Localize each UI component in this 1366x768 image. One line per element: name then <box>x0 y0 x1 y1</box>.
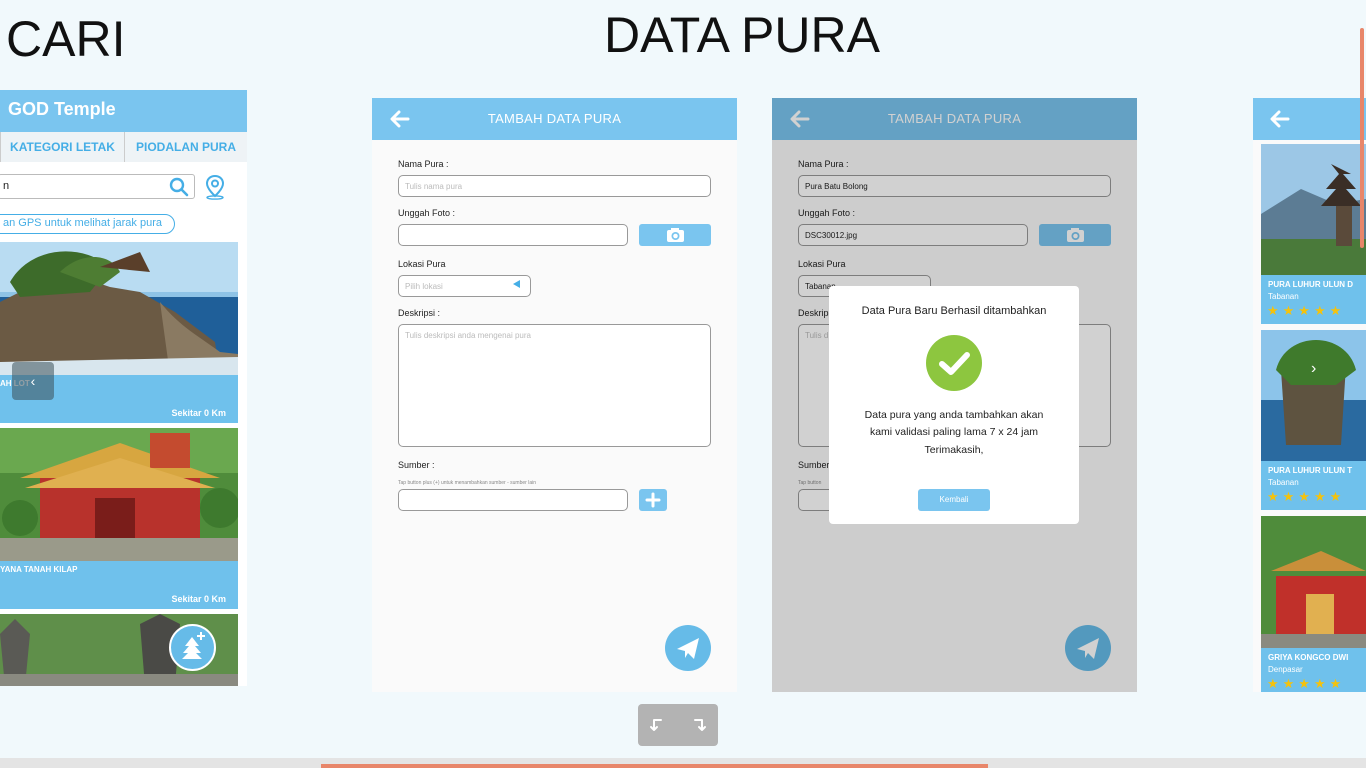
deskripsi-label: Deskripsi : <box>398 308 441 318</box>
chevron-left-icon: ‹ <box>30 373 36 389</box>
lokasi-pura-label: Lokasi Pura <box>398 259 446 269</box>
temple-distance: Sekitar 0 Km <box>171 408 226 418</box>
temple-photo <box>1261 516 1366 648</box>
unggah-foto-label: Unggah Foto : <box>398 208 456 218</box>
redo-icon[interactable] <box>688 714 710 736</box>
nama-pura-input[interactable]: Tulis nama pura <box>398 175 711 197</box>
data-pura-title: DATA PURA <box>604 7 880 63</box>
rating-stars: ★★★★★ <box>1267 303 1346 318</box>
dialog-message-line-1: Data pura yang anda tambahkan akan <box>864 409 1044 421</box>
temple-photo <box>1261 330 1366 461</box>
temple-location: Tabanan <box>1268 292 1299 301</box>
camera-icon <box>667 228 684 242</box>
carousel-prev-button[interactable]: ‹ <box>12 362 54 400</box>
rating-stars: ★★★★★ <box>1267 489 1346 504</box>
check-circle-icon <box>926 335 982 391</box>
temple-card-bar[interactable]: YANA TANAH KILAP Sekitar 0 Km <box>0 561 238 609</box>
temple-list-item[interactable]: GRIYA KONGCO DWI Denpasar ★★★★★ <box>1261 516 1366 692</box>
dialog-title: Data Pura Baru Berhasil ditambahkan <box>861 305 1047 317</box>
chevron-right-icon[interactable]: › <box>1311 360 1316 378</box>
tab-kategori-letak[interactable]: KATEGORI LETAK <box>0 132 124 162</box>
gps-hint-button[interactable]: an GPS untuk melihat jarak pura <box>0 214 175 234</box>
form-header-title: TAMBAH DATA PURA <box>487 111 622 126</box>
search-screen-mockup: GOD Temple KATEGORI LETAK PIODALAN PURA … <box>0 90 247 686</box>
success-dialog: Data Pura Baru Berhasil ditambahkan Data… <box>829 286 1079 524</box>
temple-name: PURA LUHUR ULUN D <box>1268 280 1354 289</box>
temple-card-bar: PURA LUHUR ULUN T Tabanan ★★★★★ <box>1261 461 1366 510</box>
temple-photo <box>1261 144 1366 275</box>
tab-piodalan-pura[interactable]: PIODALAN PURA <box>124 132 247 162</box>
foto-input[interactable] <box>398 224 628 246</box>
temple-distance: Sekitar 0 Km <box>171 594 226 604</box>
sumber-label: Sumber : <box>398 460 435 470</box>
search-input[interactable]: n <box>0 174 195 199</box>
temple-list-item[interactable]: › PURA LUHUR ULUN T Tabanan ★★★★★ <box>1261 330 1366 510</box>
nama-pura-label: Nama Pura : <box>398 159 449 169</box>
dialog-message-line-3: Terimakasih, <box>924 444 984 456</box>
temple-photo[interactable] <box>0 242 238 375</box>
category-tabs: KATEGORI LETAK PIODALAN PURA <box>0 132 247 162</box>
submit-button[interactable] <box>665 625 711 671</box>
arrow-left-icon[interactable] <box>389 98 411 140</box>
plus-icon <box>645 492 661 508</box>
add-source-button[interactable] <box>639 489 667 511</box>
temple-location: Tabanan <box>1268 478 1299 487</box>
paper-plane-icon <box>677 638 699 659</box>
temple-card-bar: GRIYA KONGCO DWI Denpasar ★★★★★ <box>1261 648 1366 692</box>
dialog-message-line-2: kami validasi paling lama 7 x 24 jam <box>869 426 1039 438</box>
temple-name: GRIYA KONGCO DWI <box>1268 653 1349 662</box>
undo-icon[interactable] <box>646 714 668 736</box>
arrow-left-icon[interactable] <box>1269 98 1291 140</box>
location-pin-icon[interactable] <box>204 174 226 200</box>
search-icon[interactable] <box>169 177 189 197</box>
undo-redo-control <box>638 704 718 746</box>
cari-title: CARI <box>6 11 126 67</box>
vertical-scrollbar[interactable] <box>1360 28 1364 248</box>
add-temple-form-screen: TAMBAH DATA PURA Nama Pura : Tulis nama … <box>372 98 737 692</box>
deskripsi-textarea[interactable]: Tulis deskripsi anda mengenai pura <box>398 324 711 447</box>
temple-name: YANA TANAH KILAP <box>0 565 78 574</box>
temple-card-bar: PURA LUHUR ULUN D Tabanan ★★★★★ <box>1261 275 1366 324</box>
temple-location: Denpasar <box>1268 665 1303 674</box>
add-temple-fab[interactable] <box>169 624 216 671</box>
temple-list-item[interactable]: PURA LUHUR ULUN D Tabanan ★★★★★ <box>1261 144 1366 324</box>
camera-button[interactable] <box>639 224 711 246</box>
temple-photo[interactable] <box>0 428 238 561</box>
add-temple-success-screen: TAMBAH DATA PURA Nama Pura : Pura Batu B… <box>772 98 1137 692</box>
form-header: TAMBAH DATA PURA <box>372 98 737 140</box>
sumber-hint: Tap button plus (+) untuk menambahkan su… <box>398 480 536 486</box>
lokasi-select[interactable]: Pilih lokasi <box>398 275 531 297</box>
kembali-button[interactable]: Kembali <box>918 489 990 511</box>
temple-list-screen: PURA LUHUR ULUN D Tabanan ★★★★★ › PURA L… <box>1253 98 1366 692</box>
caret-left-icon <box>513 280 520 288</box>
temple-plus-icon <box>182 632 205 659</box>
app-title: GOD Temple <box>0 90 247 132</box>
horizontal-scrollbar[interactable] <box>321 764 988 768</box>
temple-name: PURA LUHUR ULUN T <box>1268 466 1353 475</box>
sumber-input[interactable] <box>398 489 628 511</box>
rating-stars: ★★★★★ <box>1267 676 1346 691</box>
